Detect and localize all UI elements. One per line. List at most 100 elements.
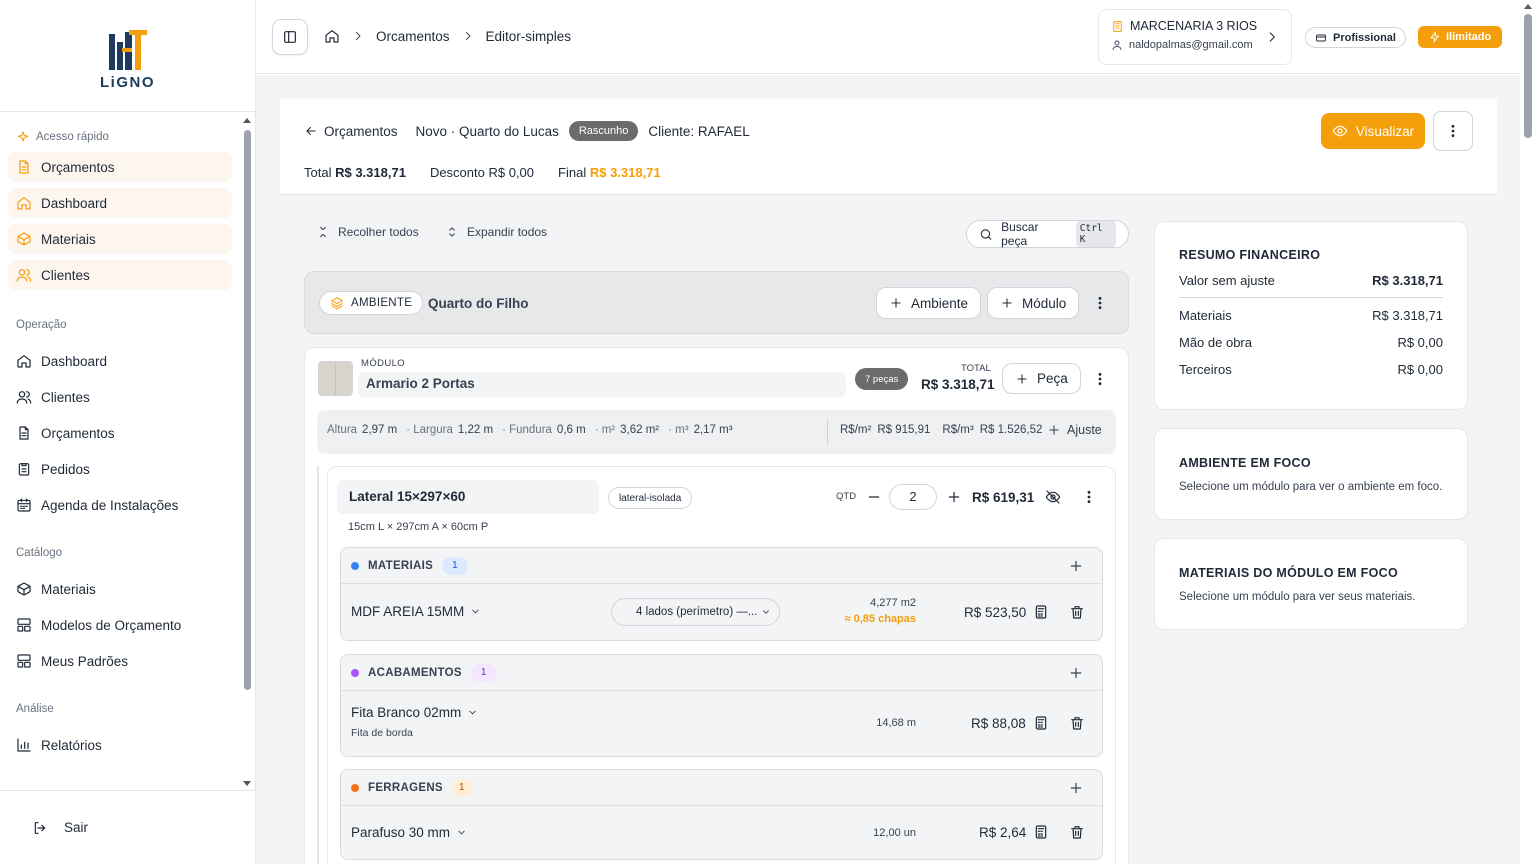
breadcrumb: Orcamentos Editor-simples: [324, 28, 571, 44]
scroll-thumb[interactable]: [1524, 14, 1532, 138]
sidebar-item-materiais[interactable]: Materiais: [8, 574, 232, 604]
main-content: Orçamentos Novo · Quarto do Lucas Rascun…: [256, 75, 1520, 864]
material-select[interactable]: MDF AREIA 15MM: [351, 604, 481, 619]
acabamento-select[interactable]: Fita Branco 02mm: [351, 705, 478, 720]
acabamentos-title: ACABAMENTOS: [368, 666, 462, 679]
modulo-name-input[interactable]: Armario 2 Portas: [358, 372, 846, 397]
plus-icon[interactable]: [946, 489, 962, 505]
piece-name-input[interactable]: Lateral 15×297×60: [337, 480, 599, 514]
more-vertical-icon[interactable]: [1092, 295, 1108, 311]
sidebar-item-label: Orçamentos: [41, 425, 115, 441]
sidebar-item-relatorios[interactable]: Relatórios: [8, 730, 232, 760]
more-options-button[interactable]: [1433, 111, 1473, 151]
trash-icon[interactable]: [1069, 604, 1085, 620]
quick-item-clientes[interactable]: Clientes: [8, 260, 232, 290]
plus-icon[interactable]: [1068, 780, 1084, 796]
qty-input[interactable]: 2: [889, 484, 937, 510]
calculator-icon[interactable]: [1033, 824, 1049, 840]
search-input[interactable]: Buscar peça Ctrl K: [966, 220, 1129, 248]
add-piece-button[interactable]: Peça: [1002, 363, 1081, 394]
chevron-down-icon: [458, 830, 465, 835]
view-button[interactable]: Visualizar: [1321, 113, 1425, 149]
quick-item-dashboard[interactable]: Dashboard: [8, 188, 232, 218]
expand-all-button[interactable]: Expandir todos: [445, 225, 547, 239]
client-name: Cliente: RAFAEL: [648, 123, 750, 139]
eye-off-icon[interactable]: [1045, 489, 1061, 505]
search-shortcut: Ctrl K: [1075, 221, 1116, 247]
calculator-icon[interactable]: [1033, 715, 1049, 731]
arrow-left-icon: [306, 126, 316, 136]
sidebar-scrollbar[interactable]: [243, 116, 252, 788]
budget-title: Novo · Quarto do Lucas: [415, 123, 559, 139]
edge-mode-select[interactable]: 4 lados (perímetro) —...: [611, 598, 780, 626]
materiais-foco-text: Selecione um módulo para ver seus materi…: [1179, 591, 1416, 603]
scroll-down-arrow[interactable]: [243, 781, 251, 786]
sidebar-item-padroes[interactable]: Meus Padrões: [8, 646, 232, 676]
sidebar-item-dashboard[interactable]: Dashboard: [8, 346, 232, 376]
more-vertical-icon[interactable]: [1081, 489, 1097, 505]
m3-label: · m³: [668, 424, 689, 436]
add-ambiente-button[interactable]: Ambiente: [876, 287, 982, 319]
trash-icon[interactable]: [1069, 824, 1085, 840]
collapse-all-label: Recolher todos: [338, 225, 419, 239]
qty-label: QTD: [836, 491, 857, 502]
divider: [827, 419, 828, 445]
scroll-thumb[interactable]: [244, 130, 251, 690]
scroll-up-arrow[interactable]: [243, 118, 251, 123]
calendar-icon: [17, 498, 31, 512]
plan-badge[interactable]: Profissional: [1305, 27, 1406, 48]
collapse-all-button[interactable]: Recolher todos: [316, 225, 419, 239]
ligno-logo-icon: [108, 30, 147, 70]
minus-icon[interactable]: [866, 489, 882, 505]
quick-item-materiais[interactable]: Materiais: [8, 224, 232, 254]
ambiente-foco-card: AMBIENTE EM FOCO Selecione um módulo par…: [1154, 428, 1468, 520]
search-placeholder: Buscar peça: [1001, 220, 1039, 248]
plus-icon: [1002, 298, 1012, 308]
sidebar-item-pedidos[interactable]: Pedidos: [8, 454, 232, 484]
expand-all-label: Expandir todos: [467, 225, 548, 239]
back-button[interactable]: Orçamentos: [304, 124, 398, 139]
logo[interactable]: LiGNO: [0, 0, 255, 112]
page-scrollbar[interactable]: [1520, 0, 1536, 864]
mao-de-obra-row: Mão de obra R$ 0,00: [1179, 335, 1443, 350]
calculator-icon[interactable]: [1033, 604, 1049, 620]
logout-button[interactable]: Sair: [0, 790, 255, 864]
plus-icon[interactable]: [1068, 665, 1084, 681]
sidebar-toggle-button[interactable]: [272, 19, 308, 55]
ferragem-select[interactable]: Parafuso 30 mm: [351, 825, 467, 840]
more-vertical-icon[interactable]: [1092, 371, 1108, 387]
sidebar-item-modelos[interactable]: Modelos de Orçamento: [8, 610, 232, 640]
financial-summary-card: RESUMO FINANCEIRO Valor sem ajuste R$ 3.3…: [1154, 221, 1468, 410]
m2-value: 3,62 m²: [620, 424, 660, 436]
quick-access-header: Acesso rápido: [0, 126, 240, 148]
budget-header: Orçamentos Novo · Quarto do Lucas Rascun…: [280, 99, 1497, 195]
breadcrumb-orcamentos[interactable]: Orcamentos: [376, 29, 450, 44]
trash-icon[interactable]: [1069, 715, 1085, 731]
ambiente-header[interactable]: AMBIENTE Quarto do Filho Ambiente Módulo: [304, 271, 1129, 334]
scroll-up-arrow[interactable]: [1524, 4, 1532, 9]
home-icon[interactable]: [324, 28, 340, 44]
company-name: MARCENARIA 3 RIOS: [1130, 19, 1258, 33]
sidebar-item-label: Agenda de Instalações: [41, 497, 179, 513]
add-ambiente-label: Ambiente: [911, 295, 969, 311]
discount-summary: Desconto R$ 0,00: [429, 165, 535, 180]
sidebar-item-agenda[interactable]: Agenda de Instalações: [8, 490, 232, 520]
user-icon: [1112, 40, 1122, 50]
rs-m3-label: R$/m³: [942, 424, 974, 436]
search-icon: [980, 228, 992, 240]
company-switcher[interactable]: MARCENARIA 3 RIOS naldopalmas@gmail.com: [1098, 9, 1292, 65]
limit-badge[interactable]: Ilimitado: [1418, 26, 1503, 48]
ambiente-name: Quarto do Filho: [428, 296, 529, 311]
sidebar-item-orcamentos[interactable]: Orçamentos: [8, 418, 232, 448]
fundura-label: · Fundura: [502, 424, 552, 436]
add-modulo-button[interactable]: Módulo: [987, 287, 1080, 319]
quick-item-orcamentos[interactable]: Orçamentos: [8, 152, 232, 182]
material-qty: 4,277 m2: [870, 597, 916, 609]
plus-icon[interactable]: [1068, 558, 1084, 574]
plan-label: Profissional: [1333, 31, 1396, 44]
adjust-button[interactable]: Ajuste: [1047, 423, 1102, 437]
sidebar-item-clientes[interactable]: Clientes: [8, 382, 232, 412]
section-operacao-title: Operação: [16, 319, 67, 331]
modulo-thumbnail[interactable]: [318, 361, 353, 396]
financial-summary-title: RESUMO FINANCEIRO: [1179, 248, 1321, 262]
